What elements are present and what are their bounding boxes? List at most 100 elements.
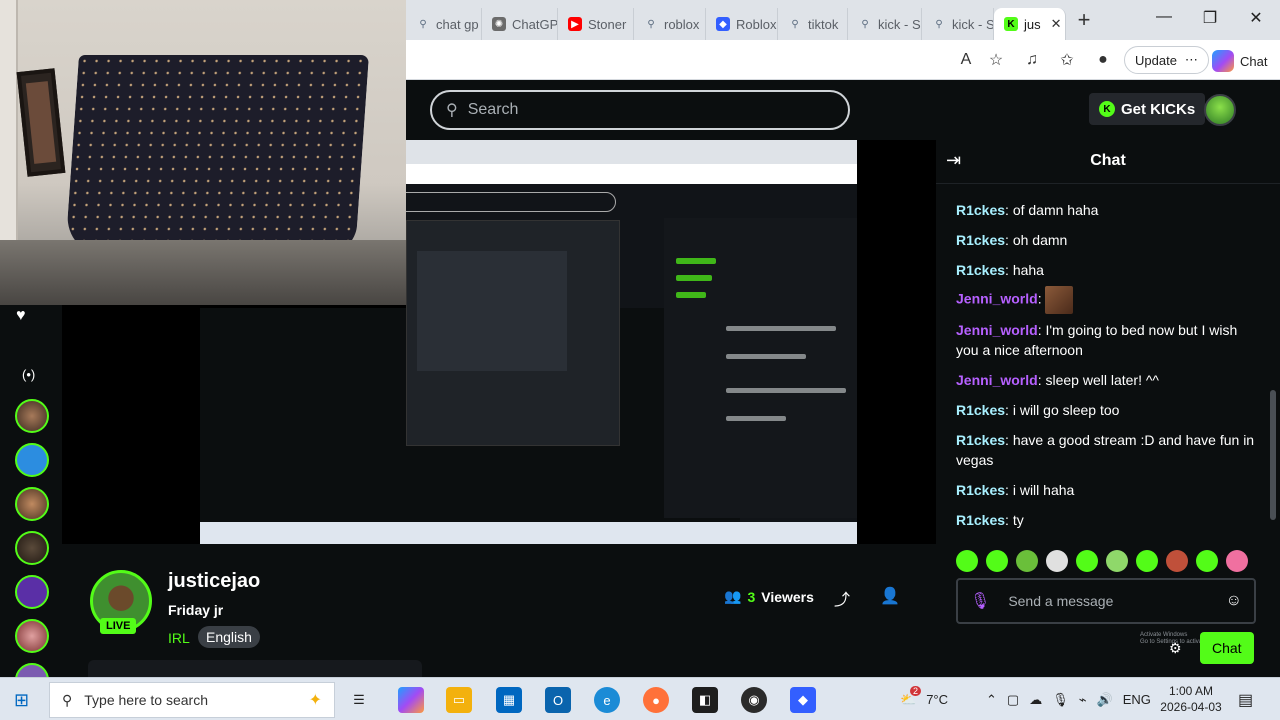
followed-channel-avatar[interactable] xyxy=(15,487,49,521)
chat-username[interactable]: Jenni_world xyxy=(956,291,1038,307)
emote-smile-icon[interactable] xyxy=(986,550,1008,572)
obs-icon[interactable]: ◉ xyxy=(741,687,767,713)
chat-username[interactable]: R1ckes xyxy=(956,512,1005,528)
task-view-icon[interactable]: ☰ xyxy=(346,687,372,713)
store-icon[interactable]: ▦ xyxy=(496,687,522,713)
chat-scrollbar[interactable] xyxy=(1270,390,1276,520)
chat-username[interactable]: R1ckes xyxy=(956,202,1005,218)
site-header: ⚲ Search K Get KICKs xyxy=(406,80,1280,140)
tab-label: chat gp xyxy=(436,16,479,32)
emoji-picker-icon[interactable]: ☺ xyxy=(1226,592,1242,610)
chat-text: oh damn xyxy=(1012,232,1068,248)
close-tab-icon[interactable]: ✕ xyxy=(1051,16,1062,32)
device-icon[interactable]: ▢ xyxy=(1007,692,1019,708)
network-icon[interactable]: ⌁ xyxy=(1079,692,1087,708)
extensions-icon[interactable]: ♫ xyxy=(1020,48,1044,72)
chat-username[interactable]: R1ckes xyxy=(956,482,1005,498)
microphone-tray-icon[interactable]: 🎙 xyxy=(1052,692,1069,708)
cloud-icon[interactable]: ☁ xyxy=(1029,692,1042,708)
site-search-input[interactable]: ⚲ Search xyxy=(430,90,850,130)
clock[interactable]: 1:00 AM 2026-04-03 xyxy=(1158,683,1224,715)
chat-username[interactable]: R1ckes xyxy=(956,432,1005,448)
followed-channel-avatar[interactable] xyxy=(15,531,49,565)
get-kicks-button[interactable]: K Get KICKs xyxy=(1089,93,1206,125)
nested-taskbar xyxy=(200,522,857,544)
capcut-icon[interactable]: ◧ xyxy=(692,687,718,713)
roblox-taskbar-icon[interactable]: ◆ xyxy=(790,687,816,713)
new-tab-button[interactable]: + xyxy=(1066,7,1102,33)
chevron-up-icon[interactable]: ⌃ xyxy=(986,692,997,708)
followed-channel-avatar[interactable] xyxy=(15,443,49,477)
notification-icon[interactable]: ▤ xyxy=(1238,690,1253,710)
taskbar-search-input[interactable]: ⚲ Type here to search ✦ xyxy=(49,682,335,718)
browser-tab[interactable]: ◆ Roblox xyxy=(706,8,778,40)
search-placeholder: Search xyxy=(467,101,519,118)
profile-icon[interactable]: ● xyxy=(1091,48,1115,72)
emote-soccer-icon[interactable] xyxy=(1046,550,1068,572)
browser-tab[interactable]: ✺ ChatGP xyxy=(482,8,558,40)
browser-tab[interactable]: ▶ Stoner xyxy=(558,8,634,40)
chat-message: Jenni_world: xyxy=(956,286,1256,314)
followed-channel-avatar[interactable] xyxy=(15,575,49,609)
weather-icon[interactable]: ⛅ 2 xyxy=(900,685,922,708)
user-avatar[interactable] xyxy=(1204,94,1236,126)
favorite-star-icon[interactable]: ☆ xyxy=(984,48,1008,72)
copilot-chat-button[interactable]: Chat xyxy=(1212,50,1267,72)
chat-settings-icon[interactable]: ⚙ xyxy=(1169,640,1182,657)
chat-message: R1ckes: i will go sleep too xyxy=(956,402,1120,418)
browser-tab[interactable]: ⚲ kick - S xyxy=(848,8,922,40)
search-icon: ⚲ xyxy=(791,18,799,30)
file-explorer-icon[interactable]: ▭ xyxy=(446,687,472,713)
live-badge: LIVE xyxy=(100,618,137,634)
minimize-icon[interactable]: — xyxy=(1141,8,1187,26)
live-broadcast-icon[interactable]: (•) xyxy=(22,367,35,382)
edge-icon[interactable]: e xyxy=(594,687,620,713)
emote-ghost-icon[interactable] xyxy=(956,550,978,572)
chat-input[interactable]: 🎙 Send a message ☺ xyxy=(956,578,1256,624)
browser-tab[interactable]: ⚲ kick - S xyxy=(922,8,994,40)
copilot-taskbar-icon[interactable] xyxy=(398,687,424,713)
stream-content xyxy=(200,140,857,544)
chat-input-placeholder: Send a message xyxy=(1008,593,1114,609)
emote-heart-icon[interactable] xyxy=(1226,550,1248,572)
heart-icon[interactable]: ♥ xyxy=(16,307,26,325)
maximize-icon[interactable]: ❐ xyxy=(1187,8,1233,28)
browser-tab[interactable]: ⚲ tiktok xyxy=(778,8,848,40)
clock-date: 2026-04-03 xyxy=(1160,700,1222,714)
outlook-icon[interactable]: O xyxy=(545,687,571,713)
read-aloud-icon[interactable]: A xyxy=(954,48,978,72)
browser-tab[interactable]: ⚲ roblox xyxy=(634,8,706,40)
windows-start-icon[interactable]: ⊞ xyxy=(14,690,29,711)
volume-icon[interactable]: 🔊 xyxy=(1097,692,1113,708)
language-tag[interactable]: English xyxy=(198,626,260,648)
emote-cry-icon[interactable] xyxy=(1076,550,1098,572)
close-window-icon[interactable]: ✕ xyxy=(1233,8,1279,28)
followed-channel-avatar[interactable] xyxy=(15,619,49,653)
follow-icon[interactable]: 👤 xyxy=(880,586,900,606)
browser-tab[interactable]: ⚲ chat gp xyxy=(406,8,482,40)
chat-username[interactable]: Jenni_world xyxy=(956,322,1038,338)
chat-username[interactable]: R1ckes xyxy=(956,262,1005,278)
update-label: Update xyxy=(1135,52,1177,68)
chat-message: R1ckes: of damn haha xyxy=(956,202,1099,218)
microphone-icon[interactable]: 🎙 xyxy=(970,591,990,611)
firefox-icon[interactable]: ● xyxy=(643,687,669,713)
input-language[interactable]: ENG xyxy=(1123,692,1151,707)
stream-category[interactable]: IRL xyxy=(168,630,190,646)
nested-chat-line xyxy=(676,292,706,298)
emote-clown-icon[interactable] xyxy=(1106,550,1128,572)
chat-send-button[interactable]: Chat xyxy=(1200,632,1254,664)
share-icon[interactable]: ⤴ xyxy=(834,586,850,610)
chat-username[interactable]: R1ckes xyxy=(956,232,1005,248)
followed-channel-avatar[interactable] xyxy=(15,399,49,433)
chat-username[interactable]: Jenni_world xyxy=(956,372,1038,388)
favorites-icon[interactable]: ✩ xyxy=(1055,48,1079,72)
emote-sad-icon[interactable] xyxy=(1196,550,1218,572)
update-button[interactable]: Update ⋯ xyxy=(1124,46,1209,74)
channel-name[interactable]: justicejao xyxy=(168,570,260,593)
emote-angry-icon[interactable] xyxy=(1016,550,1038,572)
emote-wink-icon[interactable] xyxy=(1136,550,1158,572)
chat-username[interactable]: R1ckes xyxy=(956,402,1005,418)
browser-tab-active[interactable]: K jus ✕ xyxy=(994,8,1066,40)
emote-cowboy-icon[interactable] xyxy=(1166,550,1188,572)
